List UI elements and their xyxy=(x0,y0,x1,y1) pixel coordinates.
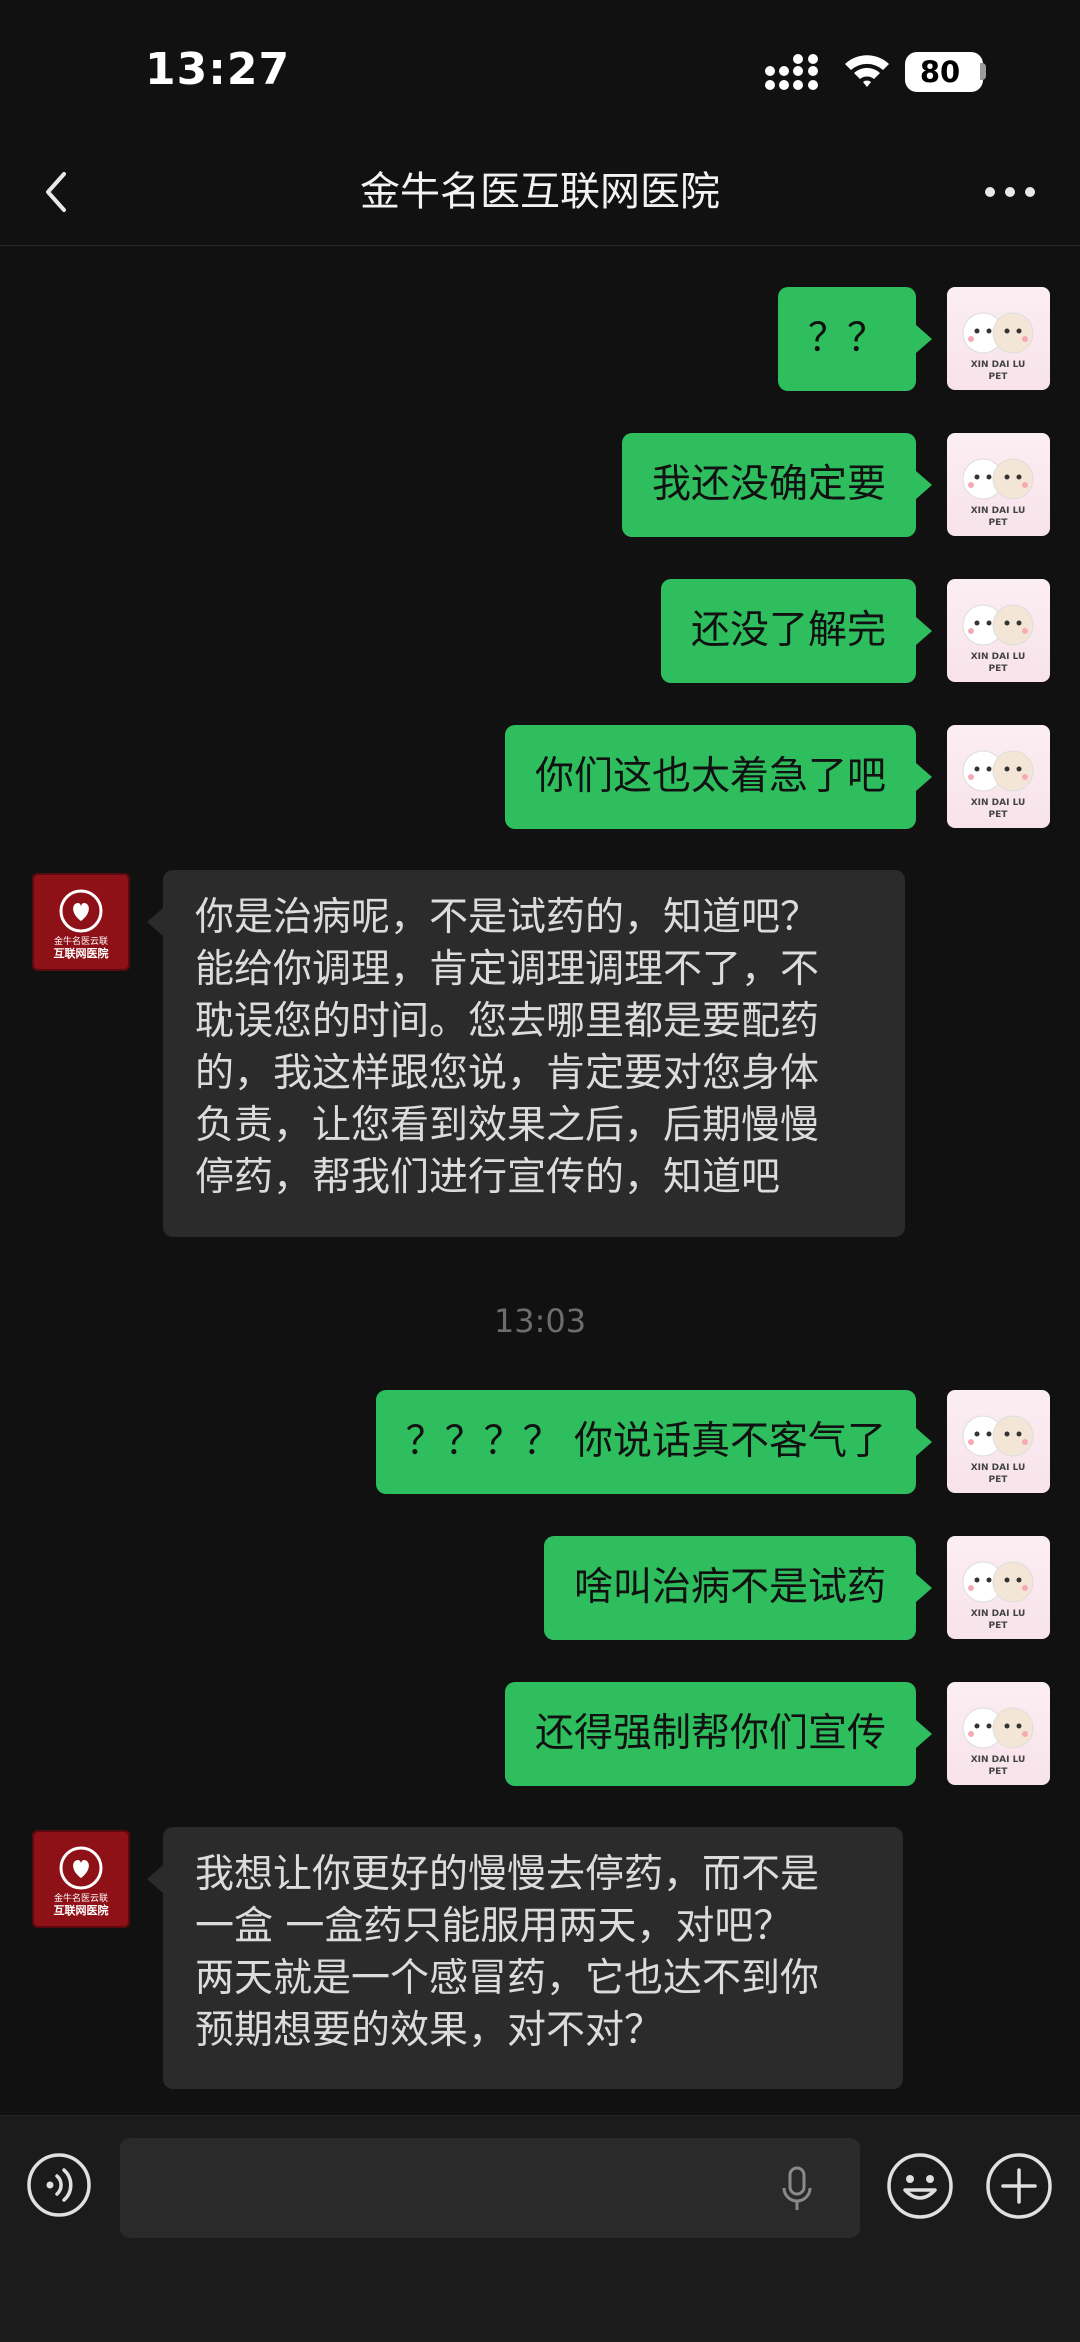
message-line: 预期想要的效果，对不对？ xyxy=(195,2008,664,2053)
svg-text:PET: PET xyxy=(989,1621,1009,1631)
chat-title: 金牛名医互联网医院 xyxy=(360,169,720,215)
svg-text:金牛名医云联: 金牛名医云联 xyxy=(54,1892,108,1904)
my-avatar[interactable]: XIN DAI LU PET xyxy=(947,1682,1050,1785)
message-line: 耽误您的时间。您去哪里都是要配药 xyxy=(195,999,820,1044)
my-avatar[interactable]: XIN DAI LU PET xyxy=(947,725,1050,828)
message-input[interactable] xyxy=(120,2138,860,2238)
message-row: 我还没确定要 XIN DAI LU PET xyxy=(0,433,1080,537)
my-avatar[interactable]: XIN DAI LU PET xyxy=(947,1390,1050,1493)
pet-avatar-icon: XIN DAI LU PET xyxy=(962,458,1034,528)
doctor-avatar[interactable]: 金牛名医云联 互联网医院 xyxy=(32,1830,130,1928)
message-line: 我想让你更好的慢慢去停药，而不是 xyxy=(195,1852,820,1897)
my-message-bubble[interactable]: ？？？？ 你说话真不客气了 xyxy=(375,1390,933,1494)
message-row: 还没了解完 XIN DAI LU PET xyxy=(0,579,1080,683)
svg-text:互联网医院: 互联网医院 xyxy=(54,946,109,960)
my-message-bubble[interactable]: 啥叫治病不是试药 xyxy=(543,1536,933,1640)
svg-text:PET: PET xyxy=(989,1767,1009,1777)
pet-avatar-icon: XIN DAI LU PET xyxy=(962,604,1034,674)
my-avatar[interactable]: XIN DAI LU PET xyxy=(947,579,1050,682)
battery-tip xyxy=(980,63,986,80)
svg-text:PET: PET xyxy=(989,664,1009,674)
svg-text:PET: PET xyxy=(989,518,1009,528)
wifi-icon xyxy=(845,55,889,87)
svg-text:PET: PET xyxy=(989,1475,1009,1485)
battery-icon: 80 xyxy=(905,52,983,92)
input-bar xyxy=(0,2115,1080,2342)
back-icon[interactable] xyxy=(36,164,80,220)
status-time: 13:27 xyxy=(145,44,291,95)
svg-text:XIN DAI LU: XIN DAI LU xyxy=(971,506,1026,516)
svg-text:XIN DAI LU: XIN DAI LU xyxy=(971,798,1026,808)
status-bar: 13:27 80 xyxy=(0,0,1080,140)
battery-level: 80 xyxy=(919,55,961,89)
signal-icon xyxy=(765,54,818,90)
my-message-bubble[interactable]: 还没了解完 xyxy=(660,579,933,683)
svg-text:XIN DAI LU: XIN DAI LU xyxy=(971,1463,1026,1473)
svg-text:PET: PET xyxy=(989,810,1009,820)
message-row: 金牛名医云联 互联网医院 我想让你更好的慢慢去停药，而不是 一盒 一盒药只能服用… xyxy=(0,1827,1080,2091)
message-row: ？？ XIN DAI LU PET xyxy=(0,287,1080,391)
message-line: 一盒 一盒药只能服用两天，对吧？ xyxy=(195,1904,793,1949)
chat-header: 金牛名医互联网医院 xyxy=(0,140,1080,246)
svg-text:XIN DAI LU: XIN DAI LU xyxy=(971,360,1026,370)
pet-avatar-icon: XIN DAI LU PET xyxy=(962,312,1034,382)
message-line: 能给你调理，肯定调理调理不了，不 xyxy=(195,947,820,992)
doctor-message-bubble[interactable]: 我想让你更好的慢慢去停药，而不是 一盒 一盒药只能服用两天，对吧？ 两天就是一个… xyxy=(147,1827,903,2089)
pet-avatar-icon: XIN DAI LU PET xyxy=(962,750,1034,820)
pet-avatar-icon: XIN DAI LU PET xyxy=(962,1415,1034,1485)
my-message-bubble[interactable]: ？？ xyxy=(777,287,933,391)
svg-text:XIN DAI LU: XIN DAI LU xyxy=(971,652,1026,662)
message-line: 负责，让您看到效果之后，后期慢慢 xyxy=(195,1103,820,1148)
hospital-logo-icon: 金牛名医云联 互联网医院 xyxy=(54,889,109,960)
svg-text:互联网医院: 互联网医院 xyxy=(54,1903,109,1917)
my-message-bubble[interactable]: 我还没确定要 xyxy=(621,433,933,537)
my-avatar[interactable]: XIN DAI LU PET xyxy=(947,287,1050,390)
my-avatar[interactable]: XIN DAI LU PET xyxy=(947,433,1050,536)
mic-icon[interactable] xyxy=(780,2166,814,2212)
message-row: 还得强制帮你们宣传 XIN DAI LU PET xyxy=(0,1682,1080,1786)
svg-text:XIN DAI LU: XIN DAI LU xyxy=(971,1609,1026,1619)
message-row: 你们这也太着急了吧 XIN DAI LU PET xyxy=(0,725,1080,829)
my-message-bubble[interactable]: 你们这也太着急了吧 xyxy=(504,725,933,829)
hospital-logo-icon: 金牛名医云联 互联网医院 xyxy=(54,1846,109,1917)
message-line: 的，我这样跟您说，肯定要对您身体 xyxy=(195,1051,820,1096)
message-line: 停药，帮我们进行宣传的，知道吧 xyxy=(195,1155,781,1200)
more-icon[interactable] xyxy=(980,172,1040,212)
voice-icon[interactable] xyxy=(26,2152,92,2218)
emoji-icon[interactable] xyxy=(886,2152,954,2220)
pet-avatar-icon: XIN DAI LU PET xyxy=(962,1561,1034,1631)
doctor-avatar[interactable]: 金牛名医云联 互联网医院 xyxy=(32,873,130,971)
my-avatar[interactable]: XIN DAI LU PET xyxy=(947,1536,1050,1639)
doctor-message-bubble[interactable]: 你是治病呢，不是试药的，知道吧？ 能给你调理，肯定调理调理不了，不 耽误您的时间… xyxy=(147,870,905,1237)
plus-icon[interactable] xyxy=(985,2152,1053,2220)
message-line: 你是治病呢，不是试药的，知道吧？ xyxy=(195,895,820,940)
svg-text:PET: PET xyxy=(989,372,1009,382)
message-row: ？？？？ 你说话真不客气了 XIN DAI LU PET xyxy=(0,1390,1080,1494)
message-line: 两天就是一个感冒药，它也达不到你 xyxy=(195,1956,820,2001)
message-row: 金牛名医云联 互联网医院 你是治病呢，不是试药的，知道吧？ 能给你调理，肯定调理… xyxy=(0,870,1080,1240)
pet-avatar-icon: XIN DAI LU PET xyxy=(962,1707,1034,1777)
svg-text:XIN DAI LU: XIN DAI LU xyxy=(971,1755,1026,1765)
svg-text:金牛名医云联: 金牛名医云联 xyxy=(54,935,108,947)
time-separator: 13:03 xyxy=(493,1302,587,1340)
my-message-bubble[interactable]: 还得强制帮你们宣传 xyxy=(504,1682,933,1786)
message-row: 啥叫治病不是试药 XIN DAI LU PET xyxy=(0,1536,1080,1640)
